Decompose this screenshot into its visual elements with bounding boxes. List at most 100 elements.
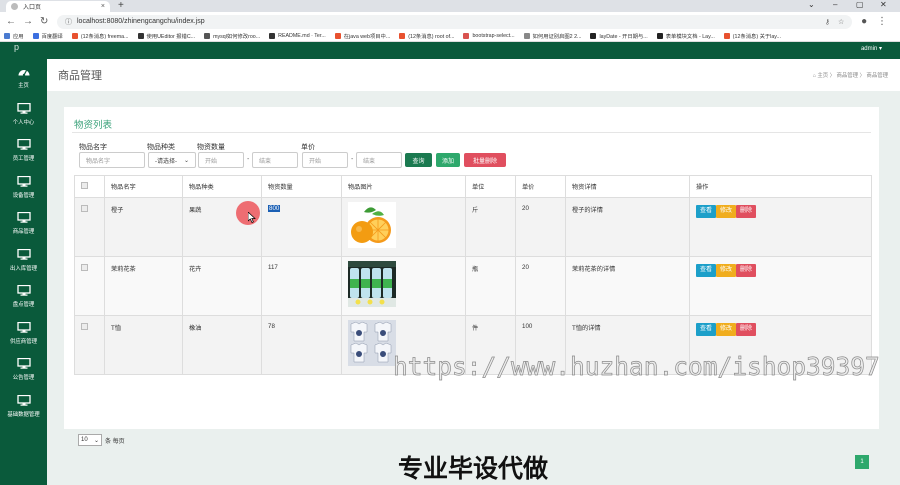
browser-tab[interactable]: 入口页 × (6, 1, 110, 12)
bookmark-item[interactable]: bootstrap-select... (463, 33, 515, 39)
sidebar-item[interactable]: 设备管理 (0, 175, 47, 199)
select-all-cell (74, 175, 105, 198)
bookmark-favicon-icon (71, 33, 78, 39)
url-input[interactable]: ⓘ localhost:8080/zhinengcangchu/index.js… (57, 14, 853, 29)
edit-button[interactable]: 修改 (716, 264, 737, 277)
bookmark-item[interactable]: mysql如何修改roo... (204, 32, 260, 40)
qty-dash: - (247, 156, 250, 163)
row-checkbox[interactable] (81, 205, 88, 212)
tab-search-icon[interactable]: ⌄ (808, 0, 815, 9)
batch-delete-button[interactable]: 批量删除 (464, 153, 506, 167)
page-size-value: 10 (81, 437, 88, 443)
page-header: 商品管理 ⌂ 主页 〉 商品管理 〉 商品管理 (47, 59, 900, 91)
qty-end-input[interactable]: 结束 (252, 152, 298, 168)
sidebar-item[interactable]: 盘点管理 (0, 284, 47, 308)
select-all-checkbox[interactable] (81, 182, 88, 189)
breadcrumb[interactable]: ⌂ 主页 〉 商品管理 〉 商品管理 (813, 71, 888, 79)
bookmark-item[interactable]: (12条消息) freema... (71, 32, 129, 40)
bookmark-favicon-icon (590, 33, 597, 39)
name-cell: 茉莉花茶 (104, 256, 183, 316)
view-button[interactable]: 查看 (696, 264, 717, 277)
view-button[interactable]: 查看 (696, 323, 717, 336)
sidebar-item[interactable]: 商品管理 (0, 211, 47, 235)
bookmark-item[interactable]: 如何用证别启图2 2... (523, 32, 582, 40)
bookmark-label: mysql如何修改roo... (213, 34, 261, 40)
type-filter-select[interactable]: -请选择- ⌄ (148, 152, 196, 168)
bookmark-item[interactable]: (12条消息) 关于lay... (723, 32, 781, 40)
new-tab-button[interactable]: + (118, 0, 124, 11)
sidebar-item[interactable]: 出入库管理 (0, 248, 47, 272)
bookmark-item[interactable]: (12条消息) root of... (399, 32, 454, 40)
key-icon[interactable]: ⚷ (825, 18, 830, 26)
price-cell: 20 (515, 197, 566, 257)
add-button[interactable]: 添加 (436, 153, 460, 167)
qty-start-input[interactable]: 开始 (198, 152, 244, 168)
dashboard-icon (18, 70, 29, 77)
actions-cell: 查看 修改 删除 (689, 197, 872, 257)
view-button[interactable]: 查看 (696, 205, 717, 218)
sidebar-item[interactable]: 基础数据管理 (0, 394, 47, 418)
main-content: 商品管理 ⌂ 主页 〉 商品管理 〉 商品管理 物资列表 物品名字 物品名字 物… (47, 59, 900, 485)
qty-cell: 78 (261, 315, 342, 375)
page-favicon-icon (11, 3, 18, 10)
sidebar-item-label: 主页 (18, 83, 29, 89)
profile-icon[interactable]: ● (860, 16, 868, 27)
delete-button[interactable]: 删除 (736, 205, 757, 218)
bookmark-label: 如何用证别启图2 2... (532, 34, 582, 40)
bookmark-label: 应用 (13, 34, 24, 40)
sidebar-item[interactable]: 个人中心 (0, 102, 47, 126)
delete-button[interactable]: 删除 (736, 323, 757, 336)
maximize-icon[interactable]: ▢ (856, 0, 864, 9)
site-info-icon[interactable]: ⓘ (65, 17, 72, 27)
bookmark-item[interactable]: README.md · Ter... (269, 33, 326, 39)
bookmark-item[interactable]: 百度翻译 (32, 32, 63, 40)
browser-tab-bar: 入口页 × + ⌄ – ▢ ✕ (0, 0, 900, 12)
name-filter-input[interactable]: 物品名字 (79, 152, 145, 168)
column-header: 单价 (515, 175, 566, 198)
forward-icon[interactable]: → (23, 16, 33, 27)
edit-button[interactable]: 修改 (716, 205, 737, 218)
sidebar-item[interactable]: 公告管理 (0, 357, 47, 381)
bookmark-label: bootstrap-select... (472, 33, 515, 39)
star-icon[interactable]: ☆ (838, 18, 844, 26)
minimize-icon[interactable]: – (833, 0, 837, 9)
sidebar-item[interactable]: 主页 (0, 66, 47, 89)
bookmark-favicon-icon (723, 33, 730, 39)
row-checkbox[interactable] (81, 264, 88, 271)
bookmark-item[interactable]: layDate - 开日期与... (590, 32, 648, 40)
orange-image (348, 202, 396, 248)
table-row: 橙子 果蔬 800 斤 20 橙子的详情 查看 修改 删除 (74, 197, 872, 257)
delete-button[interactable]: 删除 (736, 264, 757, 277)
menu-icon[interactable]: ⋮ (877, 16, 887, 27)
bookmark-label: 表单模块文档 - Lay... (665, 34, 715, 40)
bookmark-item[interactable]: 应用 (4, 32, 24, 40)
actions-cell: 查看 修改 删除 (689, 256, 872, 316)
close-window-icon[interactable]: ✕ (880, 0, 887, 9)
search-button[interactable]: 查询 (405, 153, 432, 167)
qty-cell: 117 (261, 256, 342, 316)
price-end-input[interactable]: 结束 (356, 152, 402, 168)
goods-table: 物品名字 物品种类 物资数量 物品图片 单位 单价 物资详情 操作 橙子 果蔬 80… (74, 175, 872, 375)
watermark-text: https://www.huzhan.com/ishop39397 (393, 352, 880, 382)
back-icon[interactable]: ← (6, 16, 16, 27)
bookmark-favicon-icon (463, 33, 470, 39)
edit-button[interactable]: 修改 (716, 323, 737, 336)
bookmark-item[interactable]: 使用UEditor 报错C... (137, 32, 195, 40)
user-menu[interactable]: admin ▾ (861, 45, 882, 52)
bookmark-label: 百度翻译 (41, 34, 63, 40)
price-start-input[interactable]: 开始 (302, 152, 348, 168)
bookmark-favicon-icon (204, 33, 211, 39)
reload-icon[interactable]: ↻ (40, 16, 48, 27)
qty-value: 117 (268, 264, 278, 271)
bookmark-item[interactable]: 表单模块文档 - Lay... (656, 32, 715, 40)
row-checkbox[interactable] (81, 323, 88, 330)
card-title: 物资列表 (74, 120, 113, 131)
page-number-button[interactable]: 1 (855, 455, 869, 469)
page-size-select[interactable]: 10 ⌄ (78, 434, 102, 446)
sidebar-item[interactable]: 员工管理 (0, 138, 47, 162)
url-text: localhost:8080/zhinengcangchu/index.jsp (77, 18, 205, 25)
bookmark-label: (12条消息) root of... (408, 34, 455, 40)
bookmark-item[interactable]: 在java web项目中... (334, 32, 390, 40)
tab-close-icon[interactable]: × (101, 3, 105, 10)
sidebar-item[interactable]: 供应商管理 (0, 321, 47, 345)
